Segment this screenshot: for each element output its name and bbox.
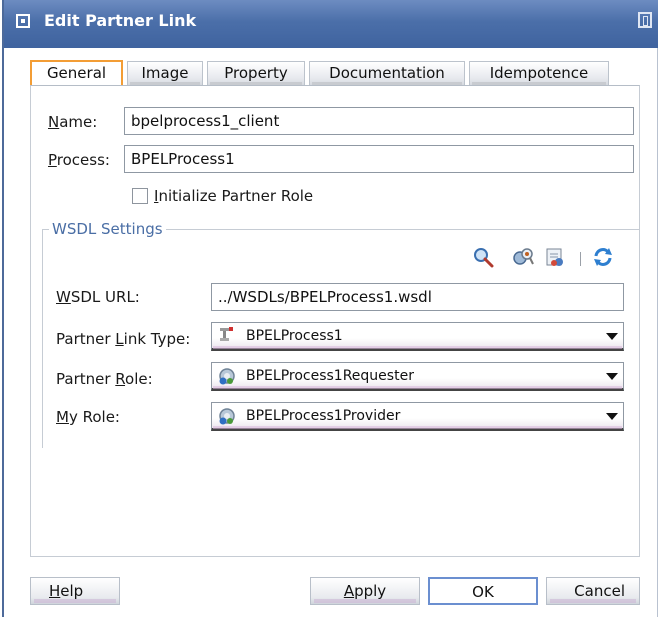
chevron-down-icon xyxy=(606,373,618,380)
refresh-icon[interactable] xyxy=(592,246,614,268)
restore-icon[interactable] xyxy=(638,12,652,28)
create-wsdl-icon[interactable] xyxy=(544,246,566,268)
window-title: Edit Partner Link xyxy=(44,11,197,30)
tab-property[interactable]: Property xyxy=(207,61,305,85)
tab-general[interactable]: General xyxy=(30,60,123,86)
wsdl-url-field[interactable]: ../WSDLs/BPELProcess1.wsdl xyxy=(211,283,624,311)
wsdl-settings-legend: WSDL Settings xyxy=(52,220,163,238)
tab-documentation-label: Documentation xyxy=(329,64,445,82)
role-icon xyxy=(219,368,235,385)
toolbar-separator xyxy=(580,252,581,266)
my-role-select[interactable]: BPELProcess1Provider xyxy=(211,402,624,431)
title-bar[interactable]: Edit Partner Link xyxy=(4,0,658,48)
tab-general-label: General xyxy=(46,64,107,82)
window-menu-icon[interactable] xyxy=(16,14,30,28)
search-icon[interactable] xyxy=(472,246,494,268)
initialize-partner-role-checkbox[interactable] xyxy=(132,188,148,204)
chevron-down-icon xyxy=(606,333,618,340)
wsdl-url-label: WSDL URL: xyxy=(56,288,140,306)
name-label: Name: xyxy=(48,113,98,131)
ok-button[interactable]: OK xyxy=(428,577,538,605)
tab-image[interactable]: Image xyxy=(127,61,203,85)
initialize-partner-role-label[interactable]: Initialize Partner Role xyxy=(154,187,313,205)
process-label: Process: xyxy=(48,151,110,169)
partner-link-type-icon xyxy=(220,327,233,341)
name-field[interactable]: bpelprocess1_client xyxy=(124,107,634,135)
my-role-label: My Role: xyxy=(56,408,120,426)
partner-link-type-value: BPELProcess1 xyxy=(246,328,343,344)
tab-idempotence-label: Idempotence xyxy=(489,64,589,82)
role-icon xyxy=(219,408,235,425)
tab-property-label: Property xyxy=(224,64,288,82)
help-button[interactable]: Help xyxy=(30,577,120,605)
partner-role-label: Partner Role: xyxy=(56,370,153,388)
tab-documentation[interactable]: Documentation xyxy=(309,61,465,85)
partner-link-type-label: Partner Link Type: xyxy=(56,330,191,348)
cancel-button[interactable]: Cancel xyxy=(546,577,640,605)
tab-idempotence[interactable]: Idempotence xyxy=(469,61,609,85)
partner-role-select[interactable]: BPELProcess1Requester xyxy=(211,362,624,391)
process-field[interactable]: BPELProcess1 xyxy=(124,145,634,173)
my-role-value: BPELProcess1Provider xyxy=(246,408,401,424)
apply-button[interactable]: Apply xyxy=(310,577,420,605)
partner-role-value: BPELProcess1Requester xyxy=(246,368,414,384)
service-explorer-icon[interactable] xyxy=(512,246,534,268)
tab-image-label: Image xyxy=(141,64,189,82)
chevron-down-icon xyxy=(606,413,618,420)
partner-link-type-select[interactable]: BPELProcess1 xyxy=(211,322,624,351)
